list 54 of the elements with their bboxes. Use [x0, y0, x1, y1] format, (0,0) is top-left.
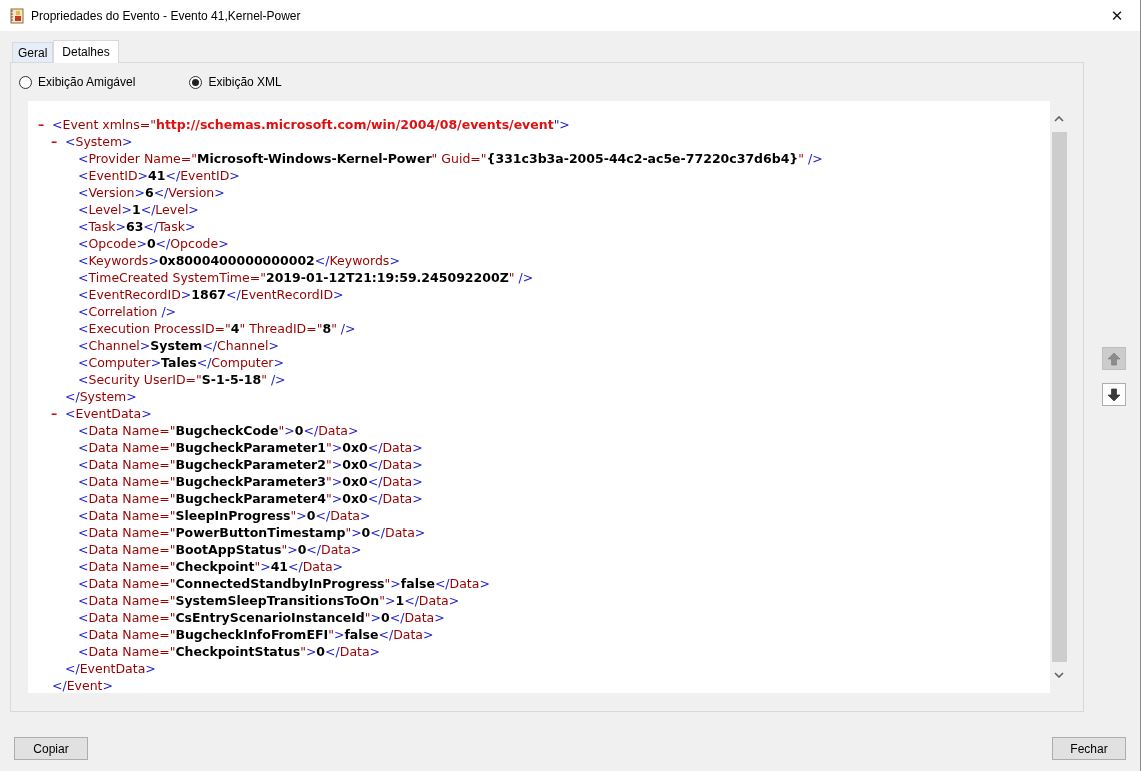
xml-line: <Data Name="BugcheckCode">0</Data>: [78, 422, 359, 439]
xml-line: <Data Name="BugcheckParameter4">0x0</Data>: [78, 490, 423, 507]
arrow-down-icon: [1106, 387, 1121, 402]
view-option-radio[interactable]: Exibição Amigável: [19, 75, 136, 89]
xml-line: <Provider Name="Microsoft-Windows-Kernel-Power" Guid="{331c3b3a-2005-44c2-ac5e-77220c37d6b4}" />: [78, 150, 823, 167]
xml-line: <Data Name="PowerButtonTimestamp">0</Data>: [78, 524, 426, 541]
xml-line: <EventData>: [65, 405, 152, 422]
xml-line: <Data Name="ConnectedStandbyInProgress">false</Data>: [78, 575, 490, 592]
tab[interactable]: Geral: [12, 42, 54, 62]
xml-line: </Event>: [52, 677, 113, 694]
xml-line: <Data Name="BugcheckParameter3">0x0</Data>: [78, 473, 423, 490]
event-properties-icon: [10, 7, 24, 24]
close-button[interactable]: ✕: [1094, 0, 1140, 31]
xml-line: <Data Name="CheckpointStatus">0</Data>: [78, 643, 381, 660]
radio-label: Exibição Amigável: [38, 75, 136, 89]
collapse-toggle[interactable]: –: [51, 133, 63, 150]
dialog-button[interactable]: Copiar: [14, 737, 88, 760]
xml-line: <Keywords>0x8000400000000002</Keywords>: [78, 252, 400, 269]
chevron-down-icon[interactable]: [1054, 672, 1064, 678]
arrow-up-icon: [1106, 351, 1121, 366]
xml-line: <Data Name="BugcheckParameter1">0x0</Data>: [78, 439, 423, 456]
xml-line: <EventRecordID>1867</EventRecordID>: [78, 286, 344, 303]
dialog-button[interactable]: Fechar: [1052, 737, 1126, 760]
xml-line: <Data Name="SleepInProgress">0</Data>: [78, 507, 371, 524]
scrollbar-thumb[interactable]: [1051, 132, 1067, 662]
xml-line: <EventID>41</EventID>: [78, 167, 240, 184]
collapse-toggle[interactable]: –: [38, 116, 50, 133]
xml-line: <Data Name="BugcheckInfoFromEFI">false</Data>: [78, 626, 434, 643]
next-event-button[interactable]: [1101, 383, 1126, 406]
chevron-up-icon[interactable]: [1054, 116, 1064, 122]
radio-label: Exibição XML: [208, 75, 282, 89]
collapse-toggle[interactable]: –: [51, 405, 63, 422]
view-option-radio[interactable]: Exibição XML: [189, 75, 282, 89]
xml-line: <TimeCreated SystemTime="2019-01-12T21:19:59.245092200Z" />: [78, 269, 534, 286]
xml-line: <Event xmlns="http://schemas.microsoft.com/win/2004/08/events/event">: [52, 116, 570, 133]
xml-line: <Version>6</Version>: [78, 184, 225, 201]
xml-line: </EventData>: [65, 660, 156, 677]
xml-line: <Security UserID="S-1-5-18" />: [78, 371, 286, 388]
xml-line: <System>: [65, 133, 133, 150]
xml-line: <Task>63</Task>: [78, 218, 196, 235]
xml-line: <Opcode>0</Opcode>: [78, 235, 229, 252]
xml-line: <Data Name="CsEntryScenarioInstanceId">0</Data>: [78, 609, 445, 626]
xml-line: <Data Name="Checkpoint">41</Data>: [78, 558, 344, 575]
xml-line: </System>: [65, 388, 137, 405]
window-title: Propriedades do Evento - Evento 41,Kernel-Power: [31, 8, 302, 23]
xml-line: <Computer>Tales</Computer>: [78, 354, 284, 371]
xml-line: <Correlation />: [78, 303, 177, 320]
xml-line: <Level>1</Level>: [78, 201, 199, 218]
tab[interactable]: Detalhes: [53, 40, 119, 63]
xml-line: <Channel>System</Channel>: [78, 337, 279, 354]
xml-line: <Execution ProcessID="4" ThreadID="8" />: [78, 320, 356, 337]
xml-line: <Data Name="BootAppStatus">0</Data>: [78, 541, 362, 558]
xml-line: <Data Name="SystemSleepTransitionsToOn">1</Data>: [78, 592, 460, 609]
xml-line: <Data Name="BugcheckParameter2">0x0</Data>: [78, 456, 423, 473]
